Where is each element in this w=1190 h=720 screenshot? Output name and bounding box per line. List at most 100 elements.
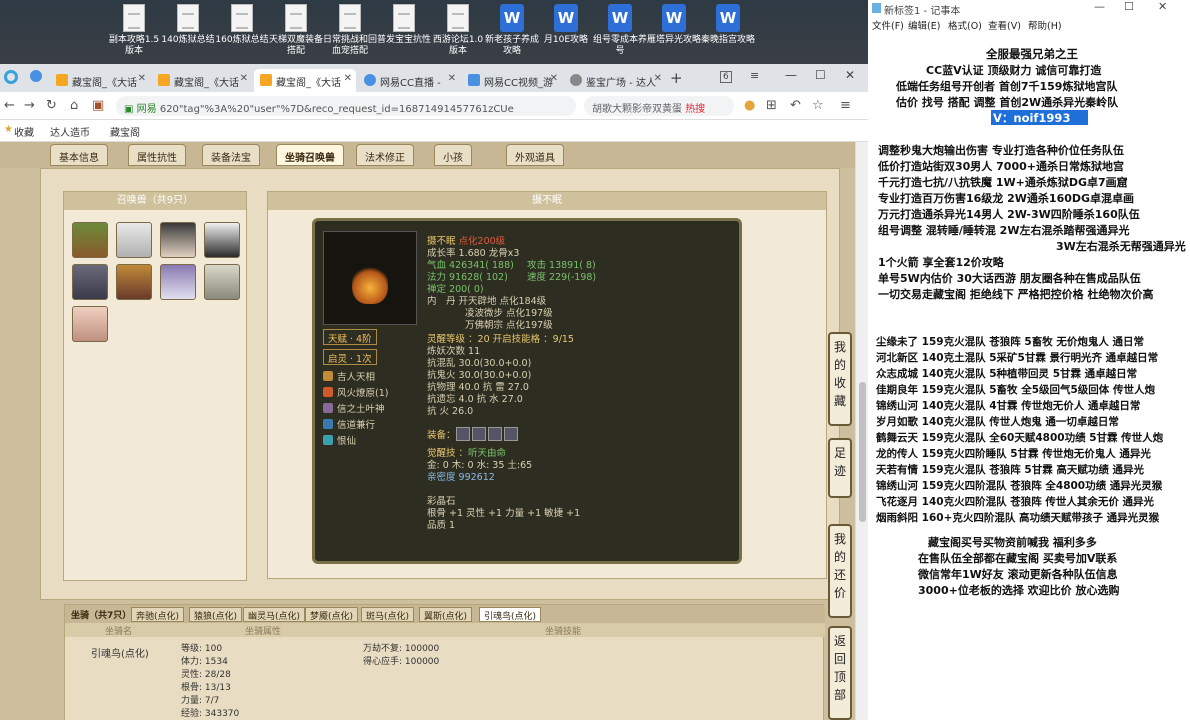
fav-daren[interactable]: 达人造币 — [50, 124, 90, 139]
summon-avatar[interactable] — [116, 264, 152, 300]
fav-cangbaoge[interactable]: 藏宝阁 — [110, 124, 140, 139]
star-icon[interactable]: ☆ — [812, 98, 824, 113]
tab-appearance[interactable]: 外观道具 — [506, 144, 564, 166]
bag-icon[interactable]: ▣ — [92, 98, 104, 113]
tab-child[interactable]: 小孩 — [434, 144, 472, 166]
skill-5[interactable]: 恨仙 — [323, 433, 356, 447]
close-icon[interactable]: ✕ — [240, 73, 248, 84]
desktop-icon-11[interactable]: W 秦晚指宫攻略 — [700, 4, 756, 46]
summon-header: 召唤兽（共9只） — [64, 192, 246, 210]
summon-avatar[interactable] — [72, 306, 108, 342]
close-icon[interactable]: ✕ — [138, 73, 146, 84]
close-icon[interactable]: ✕ — [344, 73, 352, 84]
desktop-icon-9[interactable]: W 组号零成本养号 — [592, 4, 648, 57]
footprint-button[interactable]: 足迹 — [828, 438, 852, 498]
minimize-icon[interactable]: — — [785, 68, 797, 82]
summon-avatar[interactable] — [160, 264, 196, 300]
equip-icon[interactable] — [455, 427, 470, 441]
address-bar[interactable]: ▣ 网易 620"tag"%3A%20"user"%7D&reco_reques… — [116, 96, 576, 116]
mount-tab[interactable]: 奔驰(点化) — [131, 607, 185, 622]
refresh-icon[interactable]: ↻ — [46, 98, 57, 113]
desktop-icon-5[interactable]: 普发宝宝抗性 — [376, 4, 432, 46]
page-scrollbar[interactable] — [855, 142, 868, 720]
summon-avatar[interactable] — [72, 264, 108, 300]
maximize-icon[interactable]: ☐ — [815, 68, 826, 82]
close-icon[interactable]: ✕ — [1158, 0, 1167, 13]
browser-app-icon[interactable] — [30, 70, 42, 82]
equip-icon[interactable] — [487, 427, 502, 441]
tab-basic-info[interactable]: 基本信息 — [50, 144, 108, 166]
desktop-icon-10[interactable]: W 雁塔异光攻略 — [646, 4, 702, 46]
forward-icon[interactable]: → — [24, 98, 35, 113]
skill-4[interactable]: 信道兼行 — [323, 417, 375, 431]
home-icon[interactable]: ⌂ — [70, 98, 78, 113]
equip-icon[interactable] — [503, 427, 518, 441]
skill-2[interactable]: 风火燎原(1) — [323, 385, 388, 399]
skill-3[interactable]: 信之土叶神 — [323, 401, 385, 415]
tab-equipment[interactable]: 装备法宝 — [202, 144, 260, 166]
desktop-icon-3[interactable]: 天梯双魔装备搭配 — [268, 4, 324, 57]
close-window-icon[interactable]: ✕ — [845, 68, 855, 82]
summon-avatar[interactable] — [160, 222, 196, 258]
mount-tab[interactable]: 斑马(点化) — [361, 607, 415, 622]
menu-icon[interactable]: ≡ — [750, 69, 759, 82]
maximize-icon[interactable]: ☐ — [1124, 0, 1134, 13]
fav-collect[interactable]: 收藏 — [14, 124, 34, 139]
desktop-icon-0[interactable]: 副本攻略1.5版本 — [106, 4, 162, 57]
back-icon[interactable]: ← — [4, 98, 15, 113]
new-tab-icon[interactable]: + — [670, 69, 683, 87]
menu-help[interactable]: 帮助(H) — [1028, 18, 1062, 32]
close-icon[interactable]: ✕ — [550, 73, 558, 84]
desktop-icon-6[interactable]: 西游论坛1.0版本 — [430, 4, 486, 57]
notepad-text-area[interactable]: 全服最强兄弟之王 CC蓝V认证 顶级财力 诚信可靠打造 低端任务组号开创者 首创… — [868, 34, 1190, 720]
mount-panel: 坐骑（共7只） 奔驰(点化) 猿狼(点化) 幽灵马(点化) 梦魇(点化) 斑马(… — [64, 604, 825, 720]
grid-icon[interactable]: ⊞ — [766, 98, 777, 113]
desktop-icon-4[interactable]: 日常挑战和回血宠搭配 — [322, 4, 378, 57]
summon-avatar[interactable] — [204, 264, 240, 300]
tab-count[interactable]: 6 — [720, 71, 732, 83]
skill-1[interactable]: 吉人天相 — [323, 369, 375, 383]
tab-attributes[interactable]: 属性抗性 — [128, 144, 186, 166]
tab-cangbaoge-2[interactable]: 藏宝阁_《大话 ✕ — [152, 69, 252, 92]
mount-skills: 万劫不复: 100000 得心应手: 100000 — [363, 644, 440, 667]
undo-icon[interactable]: ↶ — [790, 98, 801, 113]
summon-avatar[interactable] — [72, 222, 108, 258]
text-line: 全服最强兄弟之王 — [986, 47, 1078, 61]
desktop-icon-7[interactable]: W 新老孩子养成攻略 — [484, 4, 540, 57]
menu-view[interactable]: 查看(V) — [988, 18, 1021, 32]
back-to-top-button[interactable]: 返回顶部 — [828, 626, 852, 720]
mount-tab[interactable]: 猿狼(点化) — [189, 607, 243, 622]
extension-icon[interactable]: ● — [744, 98, 755, 113]
minimize-icon[interactable]: — — [1094, 0, 1105, 13]
close-icon[interactable]: ✕ — [448, 73, 456, 84]
mount-tab[interactable]: 梦魇(点化) — [305, 607, 359, 622]
tab-cc-video[interactable]: 网易CC视频_游 ✕ — [462, 69, 562, 92]
close-icon[interactable]: ✕ — [654, 73, 662, 84]
desktop-icon-8[interactable]: W 月10E攻略 — [538, 4, 594, 46]
menu-format[interactable]: 格式(O) — [948, 18, 982, 32]
mount-tab-active[interactable]: 引魂鸟(点化) — [479, 607, 542, 622]
mount-tab[interactable]: 幽灵马(点化) — [243, 607, 306, 622]
summon-avatar[interactable] — [204, 222, 240, 258]
more-icon[interactable]: ≡ — [840, 98, 851, 113]
search-box[interactable]: 胡歌大颗影帝双黄蛋 热搜 — [584, 96, 734, 116]
mount-tab[interactable]: 翼斯(点化) — [419, 607, 473, 622]
my-favorites-button[interactable]: 我的收藏 — [828, 332, 852, 426]
tab-cc-live[interactable]: 网易CC直播 - ✕ — [358, 69, 460, 92]
scrollbar-thumb[interactable] — [859, 382, 866, 522]
desktop-icon-2[interactable]: 160炼狱总结 — [214, 4, 270, 46]
desktop-icon-1[interactable]: 140炼狱总结 — [160, 4, 216, 46]
tab-cangbaoge-active[interactable]: 藏宝阁_《大话 ✕ — [254, 69, 356, 92]
equip-icon[interactable] — [471, 427, 486, 441]
text-line: 单号5W内估价 30大话西游 朋友圈各种在售成品队伍 — [878, 272, 1141, 285]
tab-mount-summon[interactable]: 坐骑召唤兽 — [276, 144, 344, 166]
menu-file[interactable]: 文件(F) — [872, 18, 904, 32]
tab-cangbaoge-1[interactable]: 藏宝阁_《大话 ✕ — [50, 69, 150, 92]
secure-icon: ▣ — [124, 104, 137, 115]
equipment-row: 装备： — [427, 427, 520, 441]
tab-spell[interactable]: 法术修正 — [356, 144, 414, 166]
my-counteroffer-button[interactable]: 我的还价 — [828, 524, 852, 618]
summon-avatar[interactable] — [116, 222, 152, 258]
menu-edit[interactable]: 编辑(E) — [908, 18, 940, 32]
tab-jianbao[interactable]: 鉴宝广场 - 达人 ✕ — [564, 69, 666, 92]
